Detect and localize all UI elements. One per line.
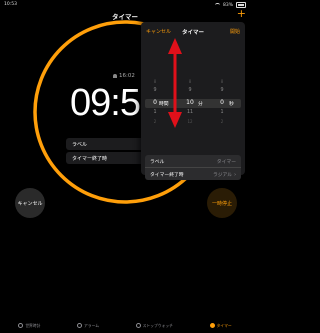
arrow-down-head xyxy=(168,112,182,128)
tab-world-clock[interactable]: 世界時計 xyxy=(18,323,40,329)
arrow-up-head xyxy=(168,38,182,54)
tab-label: アラーム xyxy=(83,322,100,328)
tab-label: 世界時計 xyxy=(25,322,41,328)
stopwatch-icon xyxy=(135,323,141,328)
timer-icon xyxy=(209,323,215,328)
tab-label: タイマー xyxy=(216,322,232,328)
tab-alarm[interactable]: アラーム xyxy=(76,322,100,329)
tab-label: ストップウォッチ xyxy=(142,322,173,328)
alarm-icon xyxy=(76,323,82,328)
scroll-annotation-arrow xyxy=(168,38,182,128)
tab-stopwatch[interactable]: ストップウォッチ xyxy=(135,322,173,329)
tab-timer[interactable]: タイマー xyxy=(209,322,232,329)
globe-icon xyxy=(18,323,24,328)
tab-bar: 世界時計 アラーム ストップウォッチ タイマー xyxy=(0,318,250,333)
